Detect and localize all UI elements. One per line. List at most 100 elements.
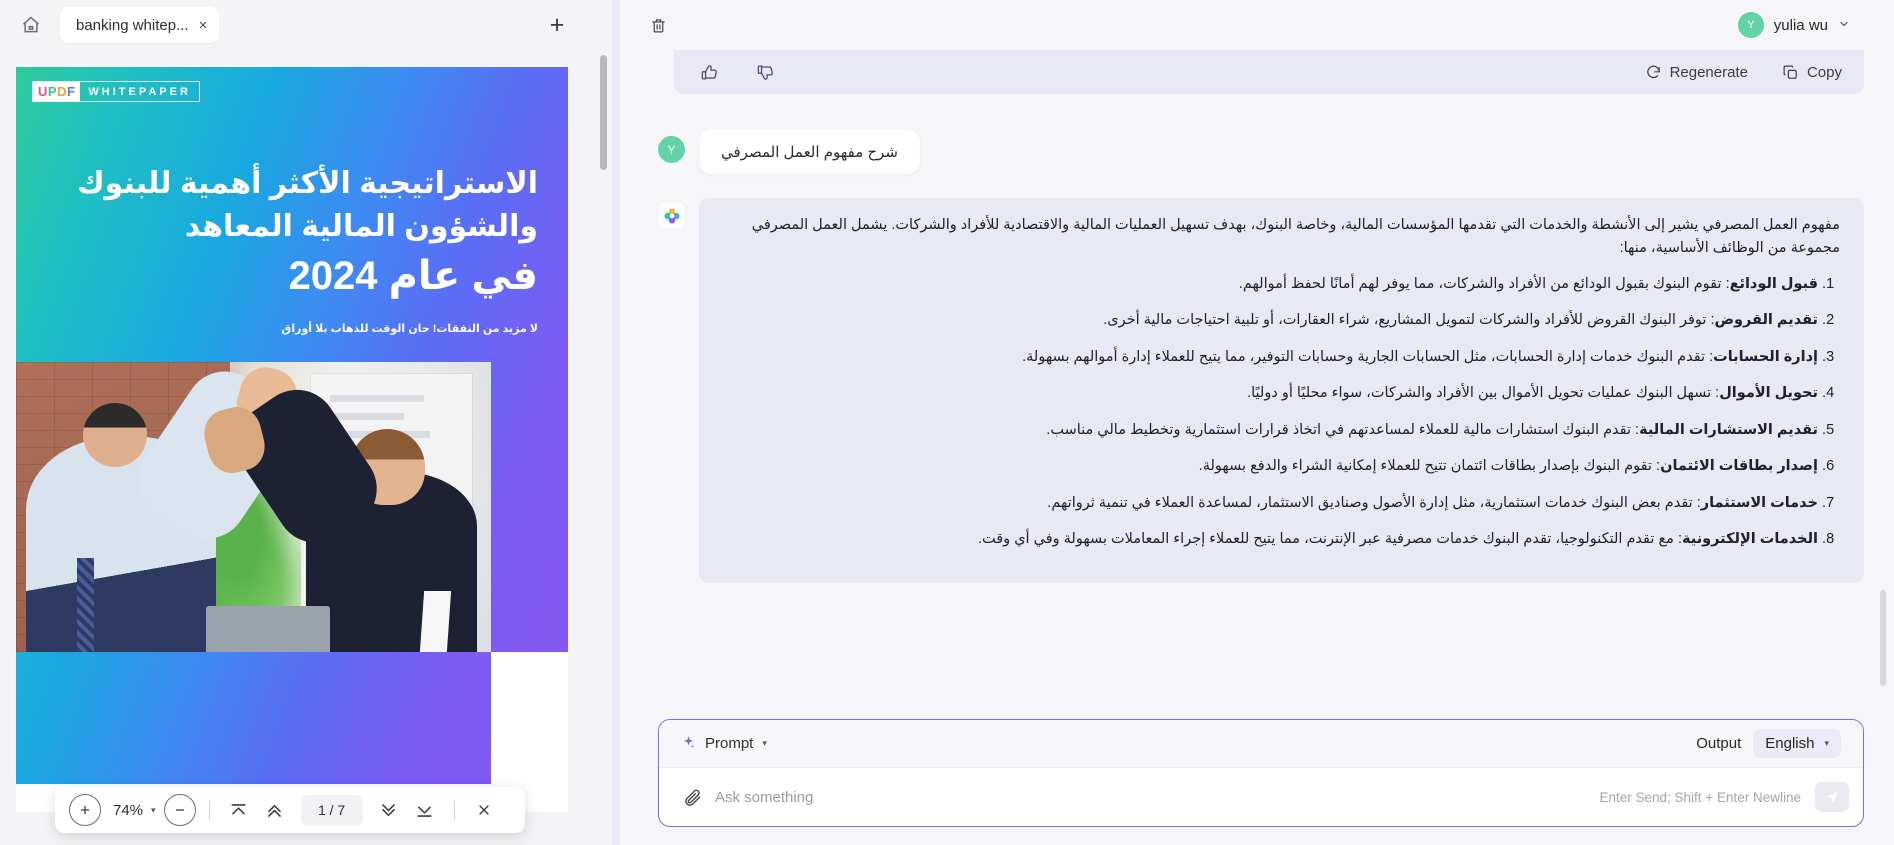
copy-button[interactable]: Copy [1782,64,1842,81]
send-button[interactable] [1815,782,1849,812]
tab-label: banking whitep... [76,16,189,34]
prompt-selector[interactable]: Prompt ▾ [681,735,767,753]
previous-message-actions: Regenerate Copy [674,50,1864,94]
regenerate-button[interactable]: Regenerate [1645,64,1748,81]
pdf-subtitle: لا مزيد من النفقات! حان الوقت للذهاب بلا… [281,323,538,335]
photo-shirt [419,590,452,652]
composer-hint: Enter Send; Shift + Enter Newline [1599,789,1802,805]
list-item-desc: : تقدم البنوك خدمات إدارة الحسابات، مثل … [1022,348,1714,365]
regenerate-label: Regenerate [1669,63,1748,81]
list-item: إصدار بطاقات الائتمان: تقوم البنوك بإصدا… [723,455,1818,478]
pdf-page-1: UPDF WHITEPAPER الاستراتيجية الأكثر أهمي… [16,67,568,812]
list-item: تحويل الأموال: تسهل البنوك عمليات تحويل … [723,382,1818,405]
search-input[interactable] [705,788,1600,806]
last-page-icon[interactable] [409,794,441,826]
copy-label: Copy [1806,63,1842,81]
list-item-desc: : مع تقدم التكنولوجيا، تقدم البنوك خدمات… [977,531,1682,548]
list-item-term: تقديم الاستشارات المالية [1639,421,1818,438]
zoom-level-selector[interactable]: 74% ▾ [105,802,160,819]
prompt-label: Prompt [705,735,754,752]
list-item-term: الخدمات الإلكترونية [1681,531,1818,548]
user-message-row: Y شرح مفهوم العمل المصرفي [658,130,1864,174]
chat-header: Y yulia wu [620,0,1894,50]
chevron-down-icon [1838,18,1850,33]
list-item-desc: : تقدم بعض البنوك خدمات استثمارية، مثل إ… [1047,494,1701,511]
message-action-buttons: Regenerate Copy [1645,64,1842,81]
list-item-desc: : تقوم البنوك بإصدار بطاقات ائتمان تتيح … [1198,458,1661,475]
list-item-desc: : تقوم البنوك بقبول الودائع من الأفراد و… [1238,275,1730,292]
pdf-pane: banking whitep... × + UPDF WHITEPAPER ال… [0,0,620,845]
composer: Prompt ▾ Output English ▾ Ask something … [658,719,1864,827]
attachment-icon[interactable] [679,784,705,810]
output-language-value: English [1765,735,1815,752]
close-toolbar-icon[interactable] [468,794,500,826]
list-item-term: تقديم القروض [1714,312,1819,329]
output-language-selector[interactable]: English ▾ [1753,729,1841,758]
chat-scrollbar-thumb[interactable] [1880,590,1886,686]
composer-toolbar: Prompt ▾ Output English ▾ [659,720,1863,768]
toolbar-divider-1 [208,800,210,820]
updf-whitepaper-badge: UPDF WHITEPAPER [32,81,200,102]
list-item-term: إصدار بطاقات الائتمان [1660,458,1818,475]
ai-message-bubble: مفهوم العمل المصرفي يشير إلى الأنشطة وال… [699,198,1864,583]
pdf-tabbar: banking whitep... × + [0,0,620,50]
pdf-title-line-3: في عام 2024 [288,254,538,299]
home-icon[interactable] [14,8,48,42]
close-icon[interactable]: × [199,18,208,33]
list-item: خدمات الاستثمار: تقدم بعض البنوك خدمات ا… [723,492,1818,515]
list-item-term: تحويل الأموال [1719,385,1818,402]
list-item: تقديم الاستشارات المالية: تقدم البنوك اس… [723,419,1818,442]
pdf-title: الاستراتيجية الأكثر أهمية للبنوك والشؤون… [46,163,538,305]
prev-page-icon[interactable] [259,794,291,826]
composer-wrapper: Prompt ▾ Output English ▾ Ask something … [620,719,1894,845]
ai-intro-paragraph: مفهوم العمل المصرفي يشير إلى الأنشطة وال… [751,217,1840,257]
pdf-scrollbar[interactable] [600,55,607,795]
user-message-bubble: شرح مفهوم العمل المصرفي [699,130,920,174]
first-page-icon[interactable] [223,794,255,826]
photo-tie [76,557,94,652]
zoom-out-button[interactable] [163,794,196,826]
list-item: تقديم القروض: توفر البنوك القروض للأفراد… [723,309,1818,332]
list-item-desc: : تقدم البنوك استشارات مالية للعملاء لمس… [1046,421,1640,438]
new-tab-button[interactable]: + [542,10,572,40]
thumbs-up-icon[interactable] [698,61,720,83]
output-language-group: Output English ▾ [1696,729,1841,758]
photo-laptop [206,605,330,652]
composer-input-row: Enter Send; Shift + Enter Newline [659,768,1863,826]
zoom-in-button[interactable] [69,794,101,826]
pdf-viewport[interactable]: UPDF WHITEPAPER الاستراتيجية الأكثر أهمي… [0,50,600,845]
toolbar-divider-2 [453,800,455,820]
output-label: Output [1696,735,1742,752]
chat-pane: Y yulia wu Regenerate Copy Y شرح مفهوم ا… [620,0,1894,845]
ai-answer-list: قبول الودائع: تقوم البنوك بقبول الودائع … [723,273,1840,552]
document-tab[interactable]: banking whitep... × [60,7,220,43]
app-root: banking whitep... × + UPDF WHITEPAPER ال… [0,0,1894,845]
cover-photo [16,362,491,652]
chevron-down-icon: ▾ [1824,738,1829,748]
chevron-down-icon: ▾ [762,738,767,748]
pdf-scrollbar-thumb[interactable] [600,55,607,170]
pdf-title-line-2: والشؤون المالية المعاهد [184,209,538,243]
pdf-title-line-1: الاستراتيجية الأكثر أهمية للبنوك [77,167,538,200]
user-menu[interactable]: Y yulia wu [1737,12,1872,38]
list-item-term: خدمات الاستثمار [1700,494,1818,511]
list-item: الخدمات الإلكترونية: مع تقدم التكنولوجيا… [723,528,1818,551]
zoom-level-value: 74% [113,801,144,819]
avatar: Y [658,136,685,163]
pdf-toolbar: 74% ▾ 1 / 7 [55,787,525,833]
whitepaper-label: WHITEPAPER [88,85,191,98]
list-item: إدارة الحسابات: تقدم البنوك خدمات إدارة … [723,346,1818,369]
ai-message-row: مفهوم العمل المصرفي يشير إلى الأنشطة وال… [658,198,1864,583]
ai-logo-icon [658,202,685,229]
avatar: Y [1737,12,1764,38]
list-item-term: قبول الودائع [1729,275,1818,292]
page-indicator[interactable]: 1 / 7 [300,795,363,825]
trash-icon[interactable] [644,11,672,39]
chat-messages[interactable]: Regenerate Copy Y شرح مفهوم العمل المصرف… [620,50,1894,719]
sparkle-icon [681,735,696,753]
thumbs-down-icon[interactable] [754,61,776,83]
updf-logo: UPDF [33,82,81,101]
next-page-icon[interactable] [373,794,405,826]
list-item-term: إدارة الحسابات [1713,348,1818,365]
pane-divider[interactable] [612,0,620,845]
